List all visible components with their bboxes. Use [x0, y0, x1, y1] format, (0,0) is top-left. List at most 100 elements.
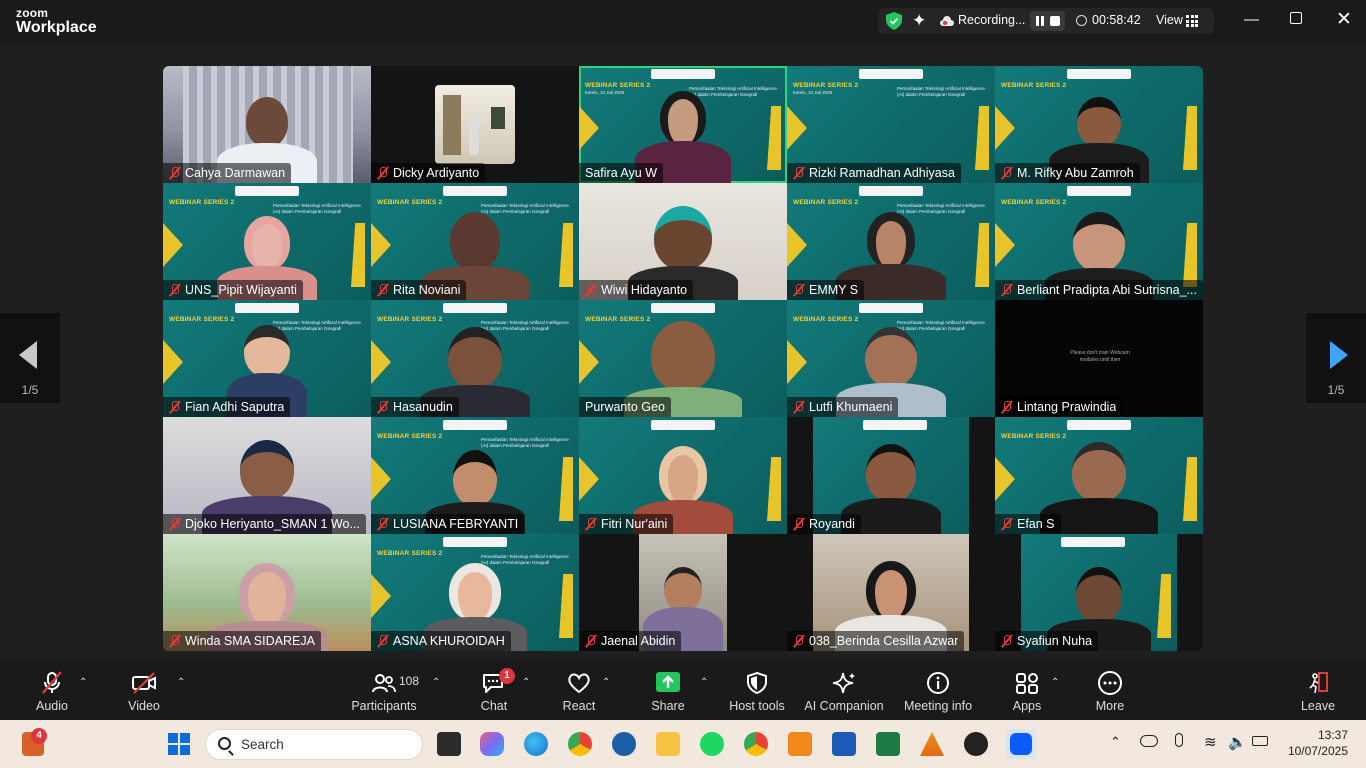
- video-tile[interactable]: Cahya Darmawan: [163, 66, 371, 183]
- participant-namebar: Rizki Ramadhan Adhiyasa: [787, 163, 961, 183]
- video-tile[interactable]: WEBINAR SERIES 2 Efan S: [995, 417, 1203, 534]
- participant-name: Efan S: [1017, 517, 1055, 531]
- leave-door-icon: [1309, 672, 1328, 694]
- stop-recording-button[interactable]: [1045, 11, 1065, 31]
- video-tile[interactable]: WEBINAR SERIES 2 M. Rifky Abu Zamroh: [995, 66, 1203, 183]
- webinar-theme: Pemanfaatan Teknologi Artificial Intelli…: [897, 86, 985, 97]
- brand-top: zoom: [16, 6, 49, 20]
- video-tile[interactable]: Djoko Heriyanto_SMAN 1 Wo...: [163, 417, 371, 534]
- microphone-tray-icon[interactable]: [1175, 733, 1183, 747]
- minimize-icon[interactable]: —: [1244, 11, 1259, 28]
- host-tools-button[interactable]: Host tools: [726, 661, 788, 720]
- webinar-banner: WEBINAR SERIES 2: [793, 316, 859, 323]
- video-tile[interactable]: WEBINAR SERIES 2 Pemanfaatan Teknologi A…: [787, 183, 995, 300]
- chat-button[interactable]: 1 Chat: [470, 661, 518, 720]
- meeting-toolbar: Audio ⌃ Video ⌃ 108 Participants ⌃ 1 Cha…: [0, 661, 1366, 720]
- video-button[interactable]: Video: [118, 661, 170, 720]
- excel-icon[interactable]: [876, 732, 900, 756]
- edge-browser-icon[interactable]: [524, 732, 548, 756]
- react-button[interactable]: React: [556, 661, 602, 720]
- title-bar: zoom Workplace ✦ Recording... 00:58:42 V…: [0, 0, 1366, 44]
- file-explorer-icon[interactable]: [656, 732, 680, 756]
- video-tile[interactable]: WEBINAR SERIES 2 Pemanfaatan Teknologi A…: [371, 534, 579, 651]
- gallery-grid: Cahya Darmawan Dicky Ardiyanto WEBINAR S…: [163, 66, 1203, 651]
- video-tile[interactable]: Fitri Nur'aini: [579, 417, 787, 534]
- magnifier-app-icon[interactable]: [612, 732, 636, 756]
- leave-meeting-button[interactable]: Leave: [1296, 661, 1340, 720]
- participant-name: 038_Berinda Cesilla Azwar: [809, 634, 959, 648]
- video-off-icon: [132, 672, 156, 694]
- video-tile[interactable]: WEBINAR SERIES 2 Pemanfaatan Teknologi A…: [371, 417, 579, 534]
- wifi-icon[interactable]: ≋: [1204, 733, 1217, 751]
- video-tile[interactable]: WEBINAR SERIES 2 Pemanfaatan Teknologi A…: [371, 183, 579, 300]
- video-tile[interactable]: WEBINAR SERIES 2 Pemanfaatan Teknologi A…: [787, 300, 995, 417]
- obs-icon[interactable]: [964, 732, 988, 756]
- apps-button[interactable]: Apps: [1006, 661, 1048, 720]
- mic-muted-icon: [1001, 634, 1013, 648]
- chat-options-chevron-icon[interactable]: ⌃: [522, 677, 530, 688]
- task-view-icon[interactable]: [437, 732, 461, 756]
- more-button[interactable]: More: [1088, 661, 1132, 720]
- video-tile[interactable]: Jaenal Abidin: [579, 534, 787, 651]
- video-tile[interactable]: WEBINAR SERIES 2 Kamis, 10 Juli 2025 Pem…: [787, 66, 995, 183]
- participant-namebar: ASNA KHUROIDAH: [371, 631, 511, 651]
- video-tile-active-speaker[interactable]: WEBINAR SERIES 2 Kamis, 10 Juli 2025 Pem…: [579, 66, 787, 183]
- apps-options-chevron-icon[interactable]: ⌃: [1051, 677, 1059, 688]
- video-tile[interactable]: WEBINAR SERIES 2 Pemanfaatan Teknologi A…: [371, 300, 579, 417]
- video-tile[interactable]: WEBINAR SERIES 2 Pemanfaatan Teknologi A…: [163, 300, 371, 417]
- restore-icon[interactable]: [1290, 12, 1302, 24]
- video-tile[interactable]: WEBINAR SERIES 2 Berliant Pradipta Abi S…: [995, 183, 1203, 300]
- volume-icon[interactable]: 🔈: [1228, 733, 1247, 751]
- clock[interactable]: 13:37 10/07/2025: [1284, 728, 1348, 758]
- participants-button[interactable]: 108 Participants: [350, 661, 419, 720]
- video-options-chevron-icon[interactable]: ⌃: [177, 677, 185, 688]
- video-tile[interactable]: Wiwi Hidayanto: [579, 183, 787, 300]
- previous-page-button[interactable]: 1/5: [0, 313, 60, 403]
- share-screen-button[interactable]: Share: [646, 661, 690, 720]
- webinar-banner: WEBINAR SERIES 2: [585, 82, 651, 89]
- chrome-profile-icon[interactable]: [744, 732, 768, 756]
- mic-muted-icon: [377, 400, 389, 414]
- word-icon[interactable]: [832, 732, 856, 756]
- ai-sparkle-icon[interactable]: ✦: [912, 11, 926, 31]
- video-tile[interactable]: WEBINAR SERIES 2 Pemanfaatan Teknologi A…: [163, 183, 371, 300]
- video-tile[interactable]: Please don't train Webcam modules until …: [995, 300, 1203, 417]
- spotify-icon[interactable]: [700, 732, 724, 756]
- vlc-icon[interactable]: [920, 732, 944, 756]
- pdf-app-icon[interactable]: [788, 732, 812, 756]
- share-options-chevron-icon[interactable]: ⌃: [700, 677, 708, 688]
- tray-overflow-chevron-icon[interactable]: ⌃: [1110, 734, 1121, 750]
- clock-date: 10/07/2025: [1287, 744, 1348, 758]
- audio-button[interactable]: Audio: [26, 661, 78, 720]
- audio-options-chevron-icon[interactable]: ⌃: [79, 677, 87, 688]
- video-tile[interactable]: Dicky Ardiyanto: [371, 66, 579, 183]
- windows-taskbar: 4 Search ⌃ ≋ 🔈 13:37 10/07/2025: [0, 720, 1366, 768]
- video-tile[interactable]: Winda SMA SIDAREJA: [163, 534, 371, 651]
- video-tile[interactable]: Syafiun Nuha: [995, 534, 1203, 651]
- windows-start-icon[interactable]: [168, 733, 190, 755]
- chrome-browser-icon[interactable]: [568, 732, 592, 756]
- gallery-grid-icon[interactable]: [1186, 15, 1198, 27]
- battery-icon[interactable]: [1252, 736, 1268, 746]
- participant-name: EMMY S: [809, 283, 859, 297]
- view-button[interactable]: View: [1156, 13, 1183, 27]
- camera-message: Please don't train Webcam modules until …: [1070, 350, 1130, 363]
- copilot-icon[interactable]: [480, 732, 504, 756]
- cloud-sync-icon[interactable]: [1140, 735, 1158, 747]
- video-tile[interactable]: WEBINAR SERIES 2 Purwanto Geo: [579, 300, 787, 417]
- participants-options-chevron-icon[interactable]: ⌃: [432, 677, 440, 688]
- participant-photo: [435, 85, 515, 164]
- video-tile[interactable]: Royandi: [787, 417, 995, 534]
- zoom-taskbar-highlight[interactable]: [1006, 729, 1036, 759]
- meeting-status-bar: ✦ Recording... 00:58:42 View: [878, 8, 1214, 34]
- taskbar-search[interactable]: Search: [205, 729, 423, 760]
- react-options-chevron-icon[interactable]: ⌃: [602, 677, 610, 688]
- close-icon[interactable]: ✕: [1336, 8, 1352, 31]
- encryption-shield-icon[interactable]: [886, 12, 902, 30]
- participants-label: Participants: [351, 699, 417, 713]
- ai-companion-button[interactable]: AI Companion: [802, 661, 886, 720]
- video-tile[interactable]: 038_Berinda Cesilla Azwar: [787, 534, 995, 651]
- participant-namebar: Fitri Nur'aini: [579, 514, 674, 534]
- meeting-info-button[interactable]: Meeting info: [902, 661, 974, 720]
- next-page-button[interactable]: 1/5: [1306, 313, 1366, 403]
